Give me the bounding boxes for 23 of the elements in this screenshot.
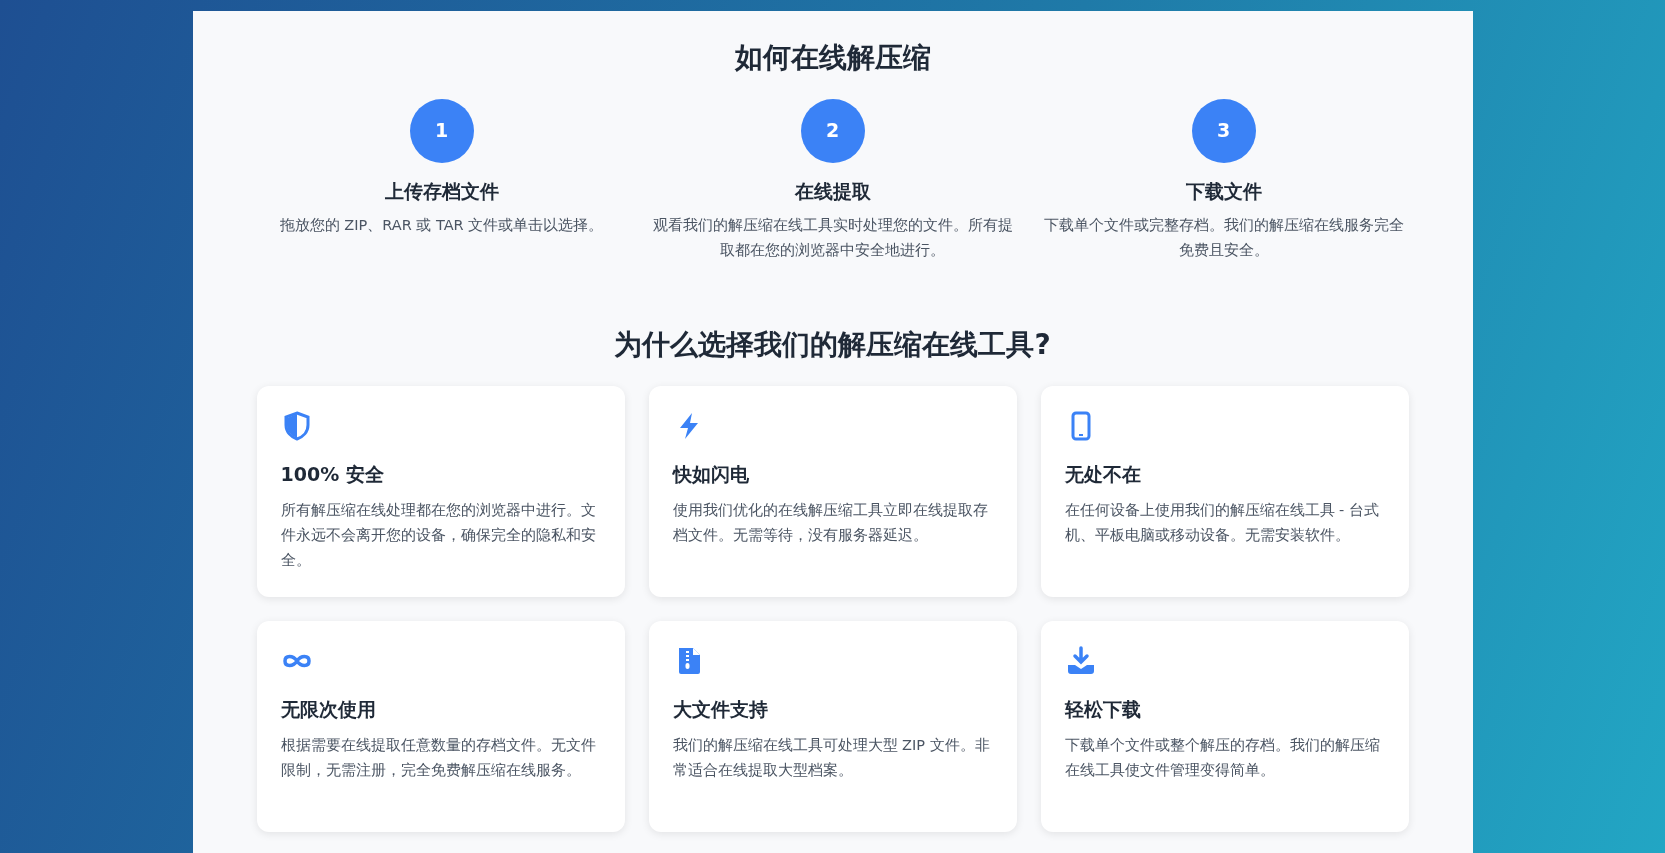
feature-description: 在任何设备上使用我们的解压缩在线工具 - 台式机、平板电脑或移动设备。无需安装软件。 [1064, 501, 1380, 546]
step-title: 下载文件 [1184, 178, 1263, 204]
feature-title: 无限次使用 [280, 696, 377, 722]
section-title: 为什么选择我们的解压缩在线工具? [613, 328, 1052, 362]
feature-title: 轻松下载 [1064, 696, 1142, 722]
feature-title: 大文件支持 [672, 696, 769, 722]
feature-description: 使用我们优化的在线解压缩工具立即在线提取存档文件。无需等待，没有服务器延迟。 [672, 501, 989, 546]
feature-description: 下载单个文件或整个解压的存档。我们的解压缩在线工具使文件管理变得简单。 [1064, 736, 1381, 781]
step-title: 上传存档文件 [383, 178, 500, 204]
step-description: 观看我们的解压缩在线工具实时处理您的文件。所有提取都在您的浏览器中安全地进行。 [651, 216, 1014, 260]
step-description: 拖放您的 ZIP、RAR 或 TAR 文件或单击以选择。 [278, 216, 605, 236]
step-title: 在线提取 [793, 178, 872, 204]
step-number: 3 [1191, 98, 1256, 163]
step-number: 1 [409, 98, 474, 163]
feature-description: 根据需要在线提取任意数量的存档文件。无文件限制，无需注册，完全免费解压缩在线服务。 [280, 736, 597, 781]
feature-title: 100% 安全 [280, 461, 385, 487]
step-number: 2 [800, 98, 865, 163]
section-title: 如何在线解压缩 [733, 41, 932, 75]
feature-description: 我们的解压缩在线工具可处理大型 ZIP 文件。非常适合在线提取大型档案。 [672, 736, 991, 781]
feature-title: 无处不在 [1064, 461, 1142, 487]
feature-title: 快如闪电 [672, 461, 750, 487]
feature-description: 所有解压缩在线处理都在您的浏览器中进行。文件永远不会离开您的设备，确保完全的隐私和安全。 [280, 501, 597, 570]
step-description: 下载单个文件或完整存档。我们的解压缩在线服务完全免费且安全。 [1042, 216, 1405, 260]
